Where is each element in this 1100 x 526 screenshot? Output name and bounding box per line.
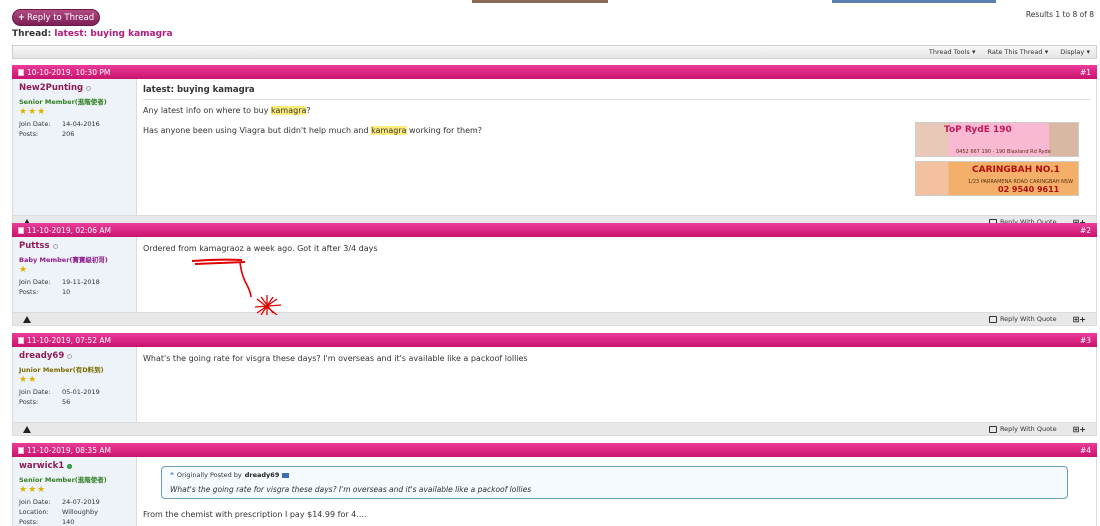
post-date: 11-10-2019, 07:52 AM (27, 335, 111, 345)
post-3: 11-10-2019, 07:52 AM #3 dready69 Junior … (12, 333, 1097, 436)
reply-with-quote-button[interactable]: Reply With Quote (988, 315, 1057, 323)
post-number-link[interactable]: #2 (1080, 226, 1091, 235)
post-content: latest: buying kamagra Any latest info o… (137, 79, 1096, 215)
quote-icon (988, 425, 997, 433)
star-icon: ★ (28, 107, 37, 117)
post-number-link[interactable]: #4 (1080, 446, 1091, 455)
reputation-stars: ★ ★ ★ (19, 486, 130, 495)
offline-status-icon (67, 353, 73, 359)
post-number-link[interactable]: #3 (1080, 336, 1091, 345)
reputation-stars: ★ ★ ★ (19, 108, 130, 117)
star-icon: ★ (37, 107, 46, 117)
post-2: 11-10-2019, 02:06 AM #2 Puttss Baby Memb… (12, 223, 1097, 326)
quote-author[interactable]: dready69 (245, 470, 280, 481)
red-annotation-scribble (191, 258, 282, 315)
post-text: From the chemist with prescription I pay… (143, 510, 367, 519)
online-status-icon (67, 463, 73, 469)
thread-title-link[interactable]: latest: buying kamagra (54, 29, 172, 39)
quote-text: What's the going rate for visgra these d… (170, 485, 532, 494)
username[interactable]: warwick1 (19, 461, 130, 471)
post-4: 11-10-2019, 08:35 AM #4 warwick1 Senior … (12, 443, 1097, 526)
thread-toolbar: Thread Tools Rate This Thread Display (12, 45, 1097, 59)
offline-status-icon (52, 243, 58, 249)
post-header: 10-10-2019, 10:30 PM #1 (12, 65, 1097, 79)
thread-title: Thread: latest: buying kamagra (12, 29, 173, 39)
user-stats: Join Date: 14-04-2016 Posts: 206 (19, 120, 100, 138)
star-icon: ★ (19, 485, 28, 495)
post-number-link[interactable]: #1 (1080, 68, 1091, 77)
post-date: 10-10-2019, 10:30 PM (27, 67, 111, 77)
post-icon (18, 446, 24, 454)
offline-status-icon (86, 85, 92, 91)
user-info: New2Punting Senior Member(進階使者) ★ ★ ★ Join… (13, 79, 137, 215)
top-banner-strip (0, 0, 1100, 3)
post-icon (18, 68, 24, 76)
view-post-icon[interactable] (282, 473, 290, 478)
reply-to-thread-button[interactable]: + Reply to Thread (12, 9, 100, 26)
post-1: 10-10-2019, 10:30 PM #1 New2Punting Seni… (12, 65, 1097, 229)
post-content: What's the going rate for visgra these d… (137, 347, 1096, 422)
post-text: What's the going rate for visgra these d… (143, 354, 528, 363)
thread-tools-menu[interactable]: Thread Tools (929, 48, 976, 56)
user-title: Senior Member(進階使者) (19, 476, 107, 484)
star-icon: ★ (19, 375, 28, 385)
post-header: 11-10-2019, 07:52 AM #3 (12, 333, 1097, 347)
multi-quote-icon[interactable]: ⊞+ (1073, 425, 1086, 434)
post-title: latest: buying kamagra (143, 85, 1090, 100)
post-text-line: Any latest info on where to buy kamagra? (143, 106, 311, 115)
reputation-stars: ★ (19, 266, 130, 275)
user-title: Junior Member(有D料到) (19, 366, 104, 374)
user-info: dready69 Junior Member(有D料到) ★ ★ Join Dat… (13, 347, 137, 422)
report-post-icon[interactable] (23, 315, 31, 323)
user-stats: Join Date: 24-07-2019 Location: Willoughby… (19, 498, 100, 526)
star-icon: ★ (28, 375, 37, 385)
thread-prefix: Thread: (12, 29, 52, 39)
user-title: Senior Member(進階使者) (19, 98, 107, 106)
star-icon: ★ (37, 485, 46, 495)
post-date: 11-10-2019, 08:35 AM (27, 445, 111, 455)
report-post-icon[interactable] (23, 425, 31, 433)
multi-quote-icon[interactable]: ⊞+ (1073, 315, 1086, 324)
reply-with-quote-button[interactable]: Reply With Quote (988, 425, 1057, 433)
display-menu[interactable]: Display (1060, 48, 1090, 56)
star-icon: ★ (19, 107, 28, 117)
quote-block: ❝ Originally Posted by dready69 What's t… (161, 466, 1068, 499)
quote-marks-icon: ❝ (170, 471, 174, 479)
post-icon (18, 336, 24, 344)
post-header: 11-10-2019, 02:06 AM #2 (12, 223, 1097, 237)
post-text: Ordered from kamagraoz a week ago. Got i… (143, 244, 378, 253)
star-icon: ★ (28, 485, 37, 495)
rate-thread-menu[interactable]: Rate This Thread (987, 48, 1048, 56)
user-info: warwick1 Senior Member(進階使者) ★ ★ ★ Join Da… (13, 457, 137, 526)
quote-header: ❝ Originally Posted by dready69 (170, 470, 1059, 481)
username[interactable]: dready69 (19, 351, 130, 361)
post-content: Ordered from kamagraoz a week ago. Got i… (137, 237, 1096, 315)
user-info: Puttss Baby Member(寶寶級初哥) ★ Join Date: 19… (13, 237, 137, 312)
post-content: ❝ Originally Posted by dready69 What's t… (137, 457, 1096, 526)
post-date: 11-10-2019, 02:06 AM (27, 225, 111, 235)
reply-to-thread-label: Reply to Thread (26, 13, 95, 23)
star-icon: ★ (19, 265, 28, 275)
post-header: 11-10-2019, 08:35 AM #4 (12, 443, 1097, 457)
plus-icon: + (17, 13, 25, 23)
user-stats: Join Date: 19-11-2018 Posts: 10 (19, 278, 100, 296)
post-footer: Reply With Quote ⊞+ (12, 312, 1097, 326)
username[interactable]: Puttss (19, 241, 130, 251)
user-stats: Join Date: 05-01-2019 Posts: 56 (19, 388, 100, 406)
results-count: Results 1 to 8 of 8 (1025, 10, 1094, 19)
username[interactable]: New2Punting (19, 83, 130, 93)
post-footer: Reply With Quote ⊞+ (12, 422, 1097, 436)
post-icon (18, 226, 24, 234)
quote-icon (988, 315, 997, 323)
advertisement-banner[interactable]: ToP RydE 190 0452 667 190 · 190 Blaxland… (915, 122, 1079, 157)
reputation-stars: ★ ★ (19, 376, 130, 385)
advertisement-banner[interactable]: CARINGBAH NO.1 1/23 PARRAMENA ROAD CARIN… (915, 161, 1079, 196)
user-title: Baby Member(寶寶級初哥) (19, 256, 108, 264)
